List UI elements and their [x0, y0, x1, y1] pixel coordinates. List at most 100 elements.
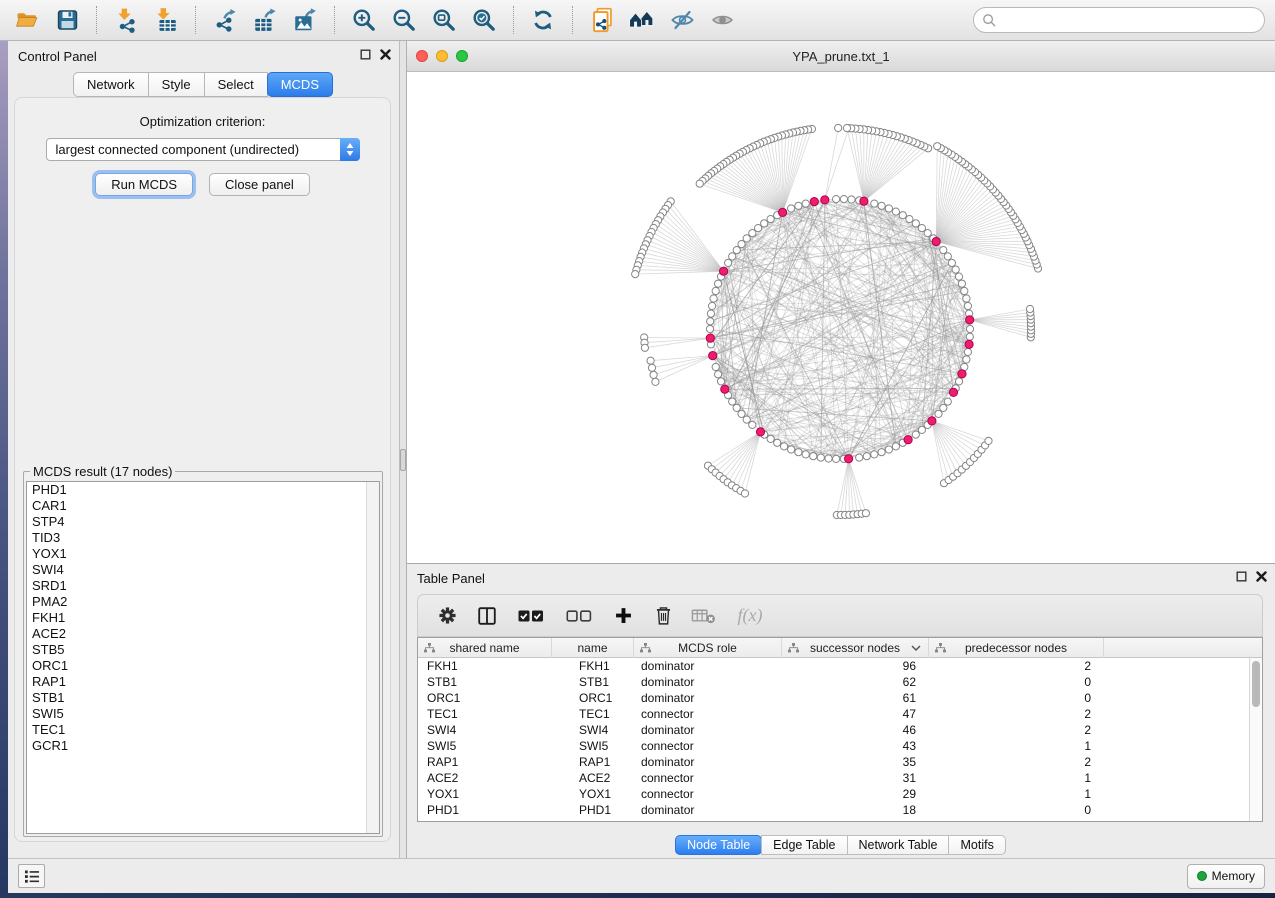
tab-edge-table[interactable]: Edge Table	[761, 835, 847, 855]
network-node[interactable]	[710, 295, 717, 302]
network-node[interactable]	[1026, 305, 1033, 312]
zoom-out-button[interactable]	[387, 4, 421, 36]
network-node[interactable]	[862, 510, 869, 517]
mcds-result-item[interactable]: STP4	[27, 514, 379, 530]
network-node[interactable]	[924, 230, 931, 237]
tab-network-table[interactable]: Network Table	[847, 835, 950, 855]
cell-role[interactable]: connector	[634, 706, 782, 722]
network-node[interactable]	[934, 143, 941, 150]
vertical-splitter[interactable]	[400, 41, 407, 858]
mcds-result-item[interactable]: STB5	[27, 642, 379, 658]
network-node[interactable]	[835, 124, 842, 131]
node-table[interactable]: shared namenameMCDS rolesuccessor nodesp…	[417, 637, 1263, 822]
float-panel-icon[interactable]	[1236, 571, 1247, 582]
network-node[interactable]	[715, 371, 722, 378]
network-dominator-node[interactable]	[966, 316, 974, 324]
network-node[interactable]	[733, 247, 740, 254]
network-node[interactable]	[918, 225, 925, 232]
function-builder-button[interactable]: f(x)	[730, 603, 770, 629]
network-node[interactable]	[810, 453, 817, 460]
network-dominator-node[interactable]	[949, 388, 957, 396]
network-node[interactable]	[892, 208, 899, 215]
mcds-result-item[interactable]: ORC1	[27, 658, 379, 674]
mcds-result-item[interactable]: TID3	[27, 530, 379, 546]
cell-name[interactable]: ACE2	[552, 770, 634, 786]
mcds-list-scrollbar[interactable]	[366, 482, 379, 833]
close-panel-icon[interactable]	[380, 49, 391, 60]
float-panel-icon[interactable]	[360, 49, 371, 60]
network-node[interactable]	[966, 333, 973, 340]
network-node[interactable]	[755, 225, 762, 232]
table-scrollbar[interactable]	[1249, 658, 1262, 821]
network-node[interactable]	[878, 449, 885, 456]
cell-predecessors[interactable]: 2	[929, 658, 1104, 674]
network-dominator-node[interactable]	[860, 197, 868, 205]
network-node[interactable]	[848, 196, 855, 203]
network-node[interactable]	[840, 196, 847, 203]
zoom-fit-button[interactable]	[427, 4, 461, 36]
mcds-result-item[interactable]: GCR1	[27, 738, 379, 754]
cell-predecessors[interactable]: 0	[929, 674, 1104, 690]
network-node[interactable]	[725, 259, 732, 266]
first-neighbors-button[interactable]	[625, 4, 659, 36]
network-node[interactable]	[871, 200, 878, 207]
mcds-result-item[interactable]: SRD1	[27, 578, 379, 594]
network-dominator-node[interactable]	[904, 436, 912, 444]
network-node[interactable]	[781, 443, 788, 450]
mcds-result-item[interactable]: SWI4	[27, 562, 379, 578]
cell-shared_name[interactable]: YOX1	[418, 786, 552, 802]
cell-successors[interactable]: 29	[782, 786, 929, 802]
network-dominator-node[interactable]	[756, 428, 764, 436]
network-node[interactable]	[912, 220, 919, 227]
network-node[interactable]	[964, 348, 971, 355]
new-network-from-selection-button[interactable]	[585, 4, 619, 36]
cell-role[interactable]: dominator	[634, 674, 782, 690]
network-dominator-node[interactable]	[928, 417, 936, 425]
network-node[interactable]	[802, 451, 809, 458]
tab-mcds[interactable]: MCDS	[267, 72, 333, 97]
network-node[interactable]	[833, 196, 840, 203]
network-node[interactable]	[964, 302, 971, 309]
network-node[interactable]	[863, 453, 870, 460]
cell-role[interactable]: dominator	[634, 802, 782, 818]
network-node[interactable]	[958, 280, 965, 287]
cell-shared_name[interactable]: FKH1	[418, 658, 552, 674]
network-node[interactable]	[707, 310, 714, 317]
cell-name[interactable]: SWI5	[552, 738, 634, 754]
mcds-result-item[interactable]: RAP1	[27, 674, 379, 690]
table-scrollbar-thumb[interactable]	[1252, 661, 1260, 707]
cell-predecessors[interactable]: 2	[929, 706, 1104, 722]
cell-shared_name[interactable]: STB1	[418, 674, 552, 690]
task-history-button[interactable]	[18, 864, 45, 888]
network-node[interactable]	[715, 280, 722, 287]
network-dominator-node[interactable]	[810, 198, 818, 206]
mcds-result-item[interactable]: CAR1	[27, 498, 379, 514]
network-node[interactable]	[856, 454, 863, 461]
cell-role[interactable]: dominator	[634, 658, 782, 674]
cell-predecessors[interactable]: 1	[929, 770, 1104, 786]
network-node[interactable]	[650, 371, 657, 378]
network-node[interactable]	[878, 202, 885, 209]
network-node[interactable]	[906, 216, 913, 223]
network-node[interactable]	[707, 318, 714, 325]
network-node[interactable]	[738, 410, 745, 417]
mcds-result-item[interactable]: PMA2	[27, 594, 379, 610]
delete-table-button[interactable]	[690, 603, 716, 629]
cell-predecessors[interactable]: 0	[929, 802, 1104, 818]
table-row[interactable]: SWI5SWI5connector431	[418, 738, 1262, 754]
cell-successors[interactable]: 62	[782, 674, 929, 690]
mcds-result-item[interactable]: YOX1	[27, 546, 379, 562]
delete-column-button[interactable]	[650, 603, 676, 629]
tab-style[interactable]: Style	[148, 72, 205, 97]
mcds-result-item[interactable]: TEC1	[27, 722, 379, 738]
import-network-button[interactable]	[109, 4, 143, 36]
mcds-result-item[interactable]: ACE2	[27, 626, 379, 642]
tab-node-table[interactable]: Node Table	[675, 835, 762, 855]
network-node[interactable]	[641, 344, 648, 351]
cell-name[interactable]: TEC1	[552, 706, 634, 722]
zoom-in-button[interactable]	[347, 4, 381, 36]
search-input[interactable]	[1002, 10, 1264, 30]
cell-name[interactable]: ORC1	[552, 690, 634, 706]
table-row[interactable]: RAP1RAP1dominator352	[418, 754, 1262, 770]
mcds-result-item[interactable]: STB1	[27, 690, 379, 706]
